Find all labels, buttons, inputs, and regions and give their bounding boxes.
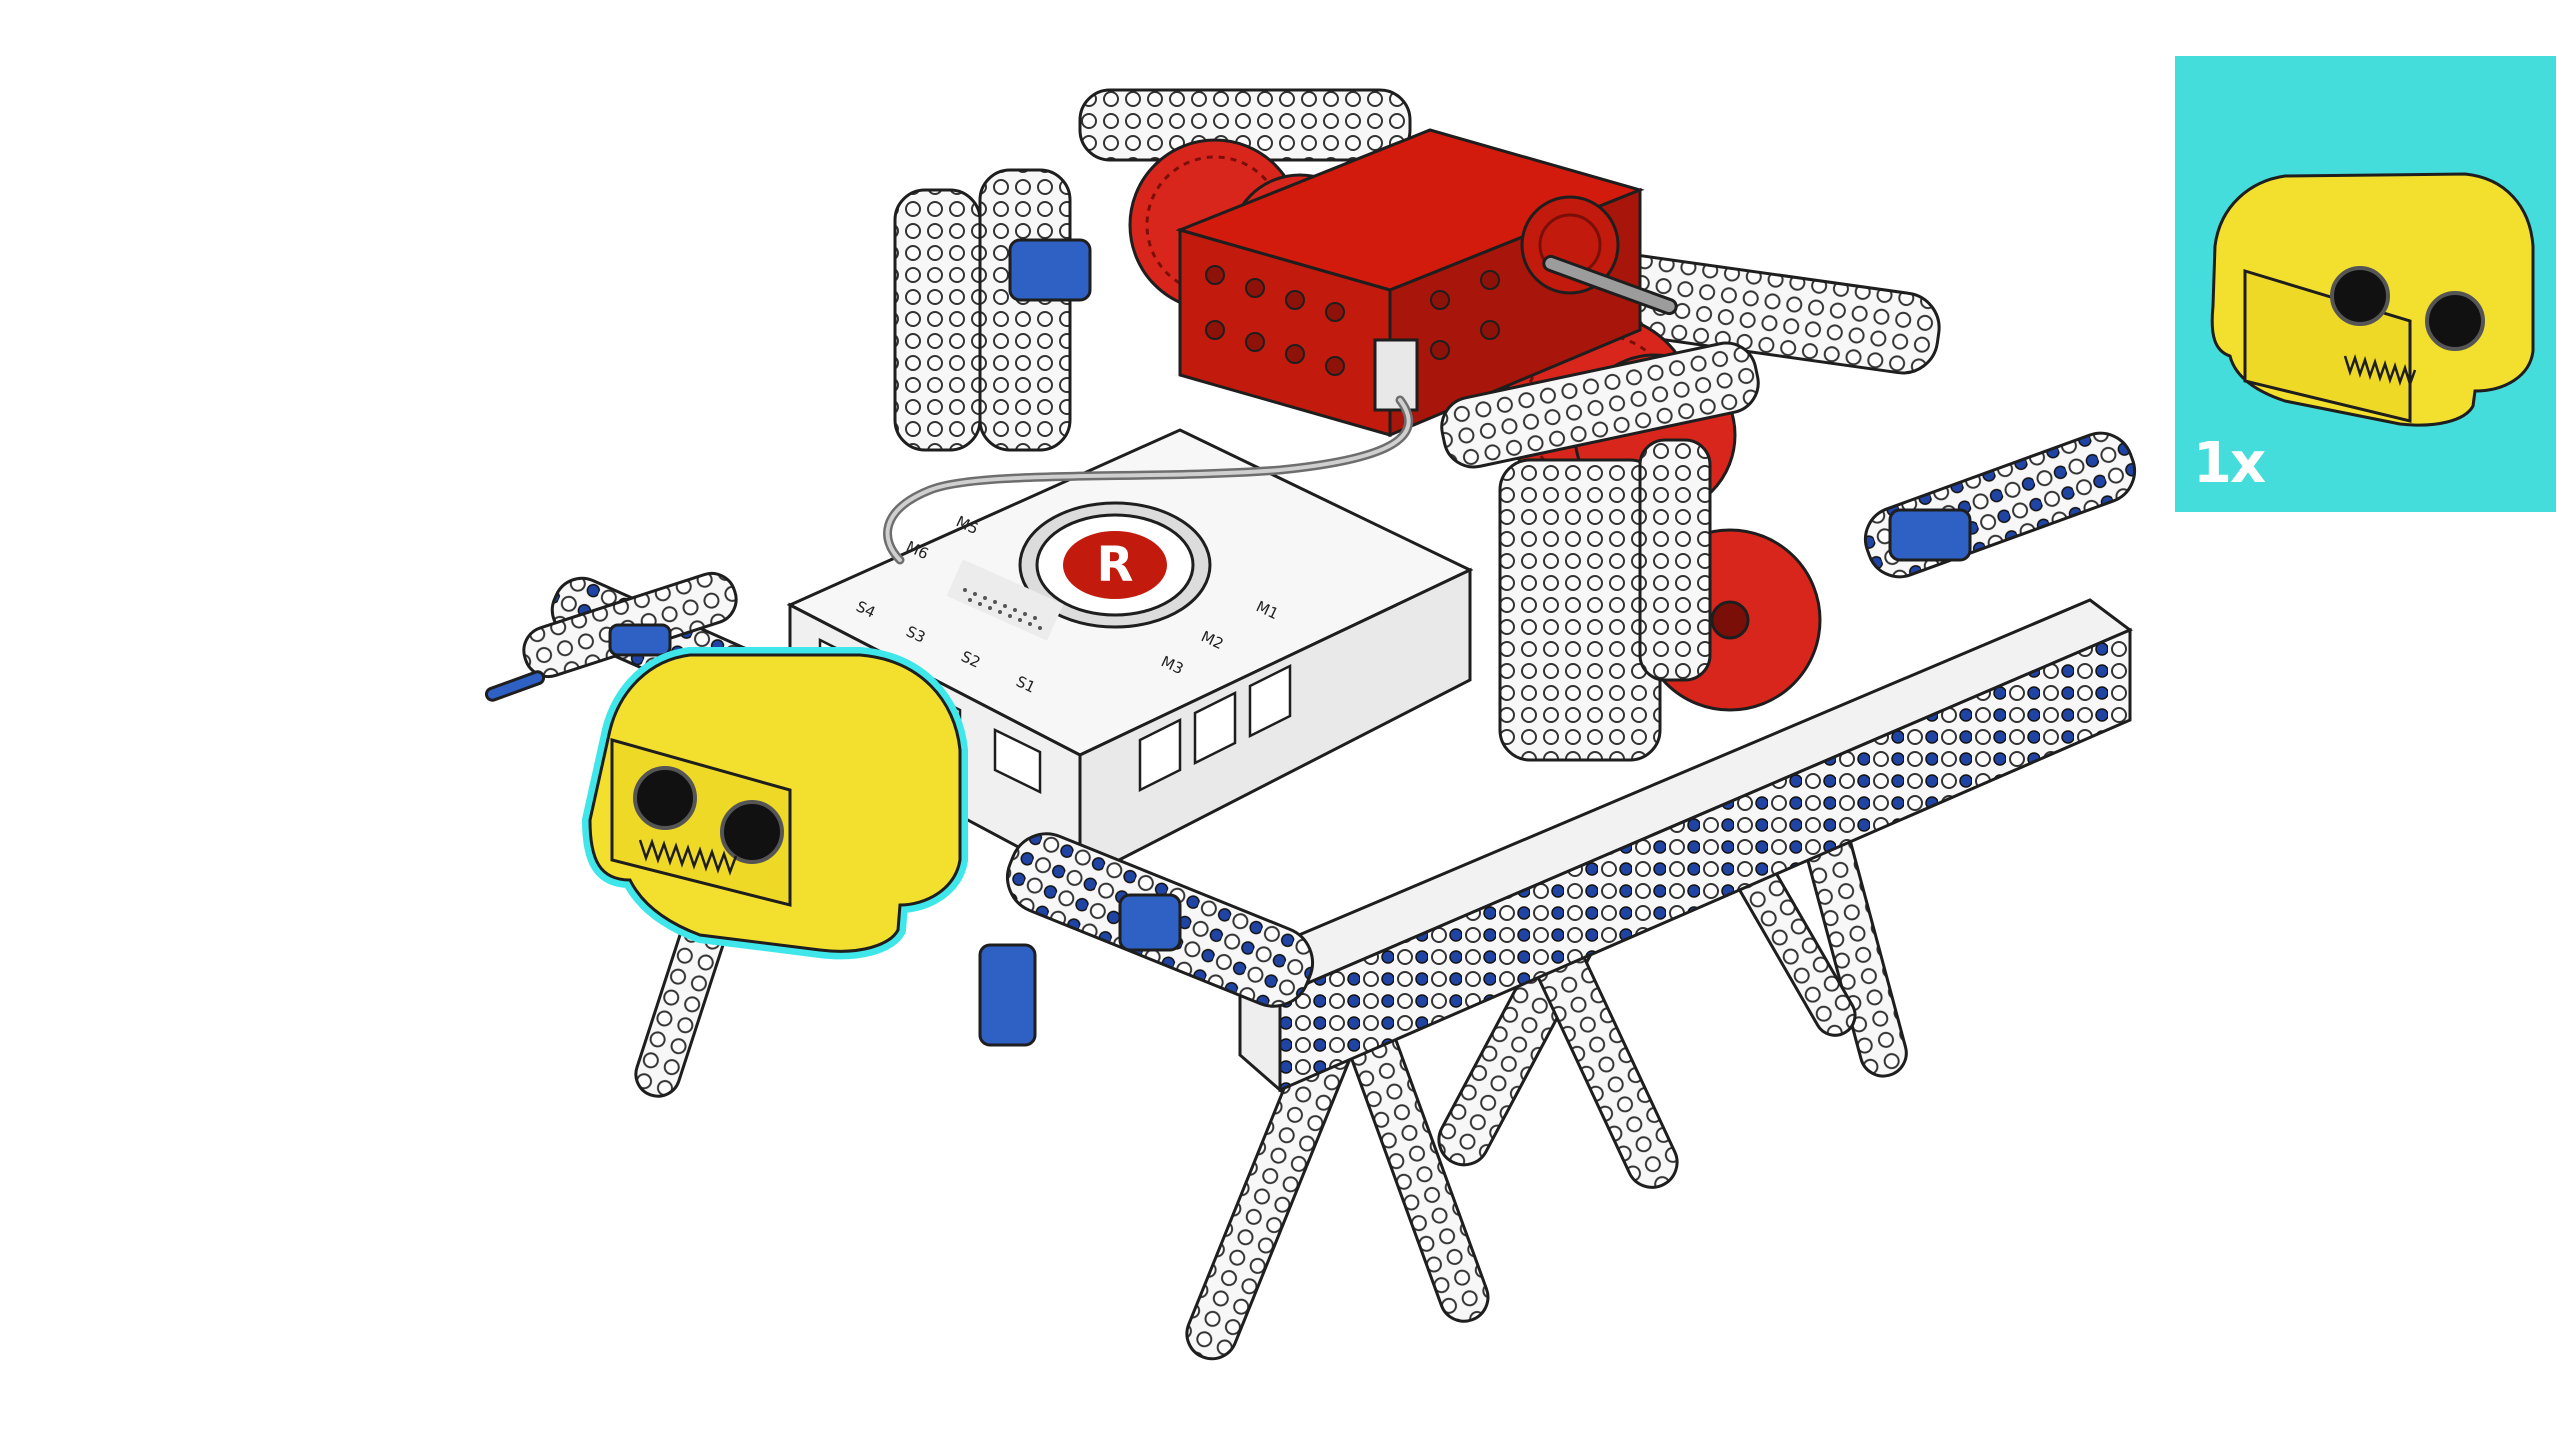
parts-callout-panel: 1x <box>2175 56 2556 512</box>
ultrasonic-sensor-highlighted <box>582 647 968 960</box>
sensor-eye-left <box>633 766 697 830</box>
connector-front-bottom <box>1118 893 1182 952</box>
part-quantity-label: 1x <box>2193 431 2266 496</box>
rear-upright-left <box>893 188 982 452</box>
sensor-eye-right <box>720 800 784 864</box>
rear-upright-inner <box>978 168 1072 452</box>
right-upright-back <box>1638 438 1712 682</box>
callout-eye-left <box>2330 266 2390 326</box>
connector-right <box>1888 508 1972 562</box>
right-upright <box>1498 458 1662 762</box>
hub-logo-letter: R <box>1097 537 1134 593</box>
connector-top-left <box>1008 238 1092 302</box>
connector-left-bar <box>608 623 672 657</box>
axle-left <box>484 670 546 702</box>
connector-front-left <box>978 943 1037 1047</box>
side-rail-right <box>1863 431 2137 579</box>
callout-eye-right <box>2425 291 2485 351</box>
